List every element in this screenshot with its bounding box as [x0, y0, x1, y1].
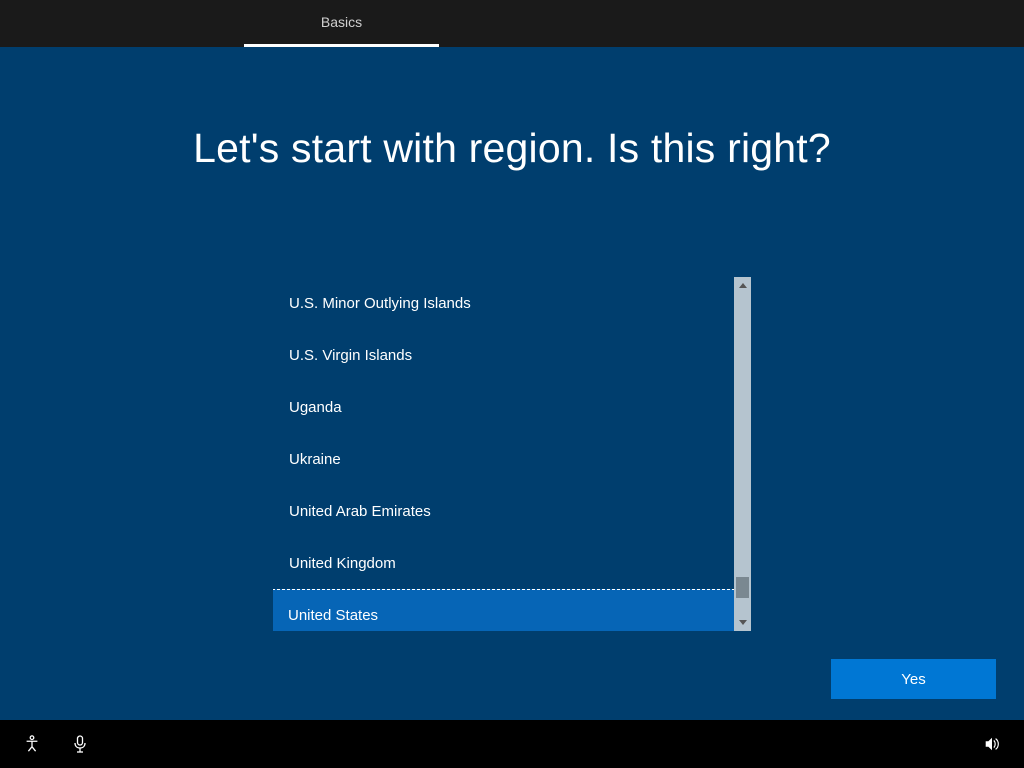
- yes-button[interactable]: Yes: [831, 659, 996, 699]
- list-item-label: U.S. Virgin Islands: [289, 347, 412, 364]
- scrollbar[interactable]: [734, 277, 751, 631]
- list-item-label: United Kingdom: [289, 555, 396, 572]
- taskbar: [0, 720, 1024, 768]
- list-item-label: U.S. Minor Outlying Islands: [289, 295, 471, 312]
- list-item[interactable]: United Kingdom: [273, 537, 734, 589]
- titlebar: Basics: [0, 0, 1024, 47]
- list-item-label: United Arab Emirates: [289, 503, 431, 520]
- tab-basics[interactable]: Basics: [244, 0, 439, 47]
- tab-label: Basics: [321, 14, 362, 30]
- list-item-label: Uganda: [289, 399, 342, 416]
- list-item-label: Ukraine: [289, 451, 341, 468]
- region-list-container: U.S. Minor Outlying Islands U.S. Virgin …: [273, 277, 751, 631]
- volume-icon[interactable]: [976, 728, 1008, 760]
- list-item[interactable]: U.S. Minor Outlying Islands: [273, 277, 734, 329]
- list-item[interactable]: Uganda: [273, 381, 734, 433]
- region-list[interactable]: U.S. Minor Outlying Islands U.S. Virgin …: [273, 277, 734, 631]
- page-title: Let's start with region. Is this right?: [0, 125, 1024, 172]
- main-content: Let's start with region. Is this right? …: [0, 47, 1024, 720]
- list-item-label: United States: [288, 607, 378, 624]
- list-item[interactable]: U.S. Virgin Islands: [273, 329, 734, 381]
- microphone-icon[interactable]: [64, 728, 96, 760]
- accessibility-icon[interactable]: [16, 728, 48, 760]
- list-item-selected[interactable]: United States: [273, 589, 734, 631]
- list-item[interactable]: Ukraine: [273, 433, 734, 485]
- list-item[interactable]: United Arab Emirates: [273, 485, 734, 537]
- scroll-down-icon[interactable]: [734, 614, 751, 631]
- scroll-up-icon[interactable]: [734, 277, 751, 294]
- scroll-thumb[interactable]: [736, 577, 749, 598]
